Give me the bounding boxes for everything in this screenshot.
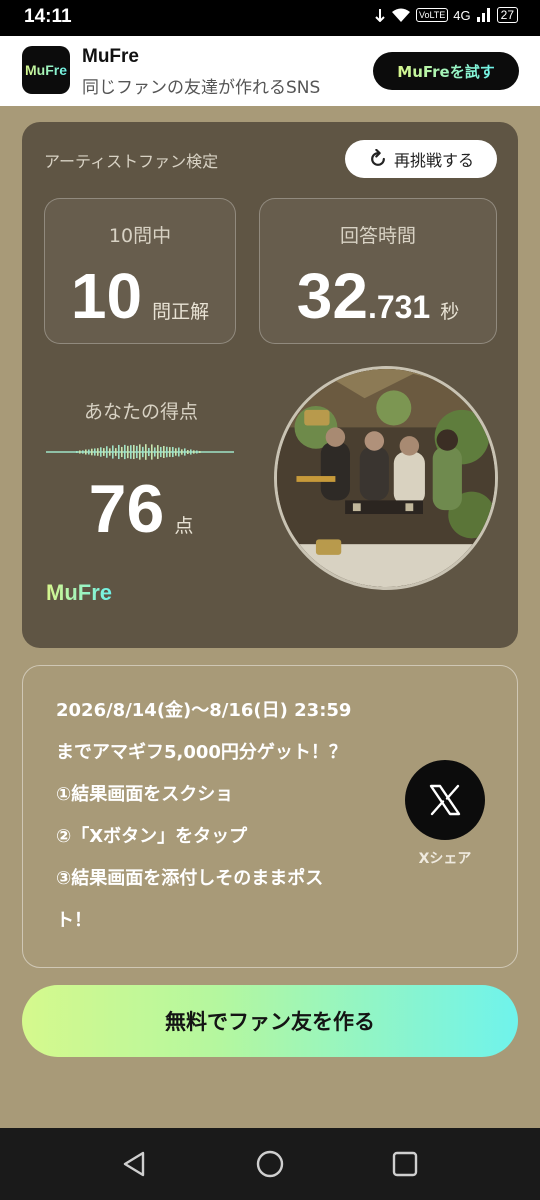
volte-badge: VoLTE	[415, 8, 449, 22]
score-line: 76 点	[46, 470, 236, 548]
app-logo-text: MuFre	[25, 62, 67, 78]
campaign-prize: までアマギフ5,000円分ゲット！？	[56, 742, 347, 763]
x-share-button[interactable]	[405, 760, 485, 840]
campaign-step-2: ②「Xボタン」をタップ	[56, 826, 248, 847]
artist-photo-image	[277, 369, 495, 587]
campaign-card: 2026/8/14(金)〜8/16(日) 23:59 までアマギフ5,000円分…	[22, 665, 518, 968]
cta-label: 無料でファン友を作る	[165, 1010, 375, 1034]
answer-time-box: 回答時間 32.731 秒	[259, 198, 497, 344]
alarm-icon	[375, 9, 385, 22]
app-logo: MuFre	[22, 46, 70, 94]
time-unit: 秒	[440, 301, 460, 323]
time-seconds: 32	[296, 260, 368, 332]
campaign-period: 2026/8/14(金)〜8/16(日) 23:59	[56, 700, 352, 721]
score-caption: あなたの得点	[83, 401, 198, 423]
app-name: MuFre	[82, 46, 139, 67]
app-tagline: 同じファンの友達が作れるSNS	[82, 78, 321, 98]
wifi-icon	[391, 8, 410, 22]
retry-label: 再挑戦する	[393, 151, 474, 170]
result-card: アーティストファン検定 再挑戦する 10問中 10 問正解 回答時間 32.731…	[22, 122, 518, 648]
x-share-label: Xシェア	[418, 851, 472, 867]
system-nav-bar	[0, 1128, 540, 1200]
score-value: 76	[88, 471, 165, 547]
time-caption: 回答時間	[339, 225, 416, 247]
campaign-step-3: ③結果画面を添付しそのままポス	[56, 868, 324, 889]
artist-photo	[274, 366, 498, 590]
nav-back-icon[interactable]	[119, 1148, 151, 1180]
correct-count-line: 10 問正解	[45, 259, 235, 333]
correct-count-box: 10問中 10 問正解	[44, 198, 236, 344]
network-type: 4G	[453, 7, 471, 23]
app-banner: MuFre MuFre 同じファンの友達が作れるSNS MuFreを試す	[0, 36, 540, 106]
score-unit: 点	[174, 515, 194, 537]
signal-icon	[476, 8, 490, 22]
quiz-title: アーティストファン検定	[44, 152, 219, 171]
status-time: 14:11	[24, 6, 72, 27]
battery-icon: 27	[496, 7, 518, 23]
mufre-logo: MuFre	[46, 580, 112, 605]
answer-time-line: 32.731 秒	[260, 259, 496, 333]
waveform-divider	[46, 444, 234, 460]
campaign-step-3-cont: ト！	[56, 910, 92, 931]
questions-caption: 10問中	[108, 225, 172, 247]
refresh-icon	[371, 149, 385, 166]
make-fan-friends-button[interactable]: 無料でファン友を作る	[22, 985, 518, 1057]
correct-count: 10	[70, 260, 143, 332]
status-bar: 14:11 VoLTE 4G 27	[0, 0, 540, 36]
nav-home-icon[interactable]	[254, 1148, 286, 1180]
campaign-step-1: ①結果画面をスクショ	[56, 784, 234, 805]
correct-unit: 問正解	[152, 301, 210, 323]
nav-recents-icon[interactable]	[389, 1148, 421, 1180]
retry-button[interactable]: 再挑戦する	[345, 140, 497, 178]
status-icons: VoLTE 4G 27	[374, 7, 518, 23]
x-logo-icon	[429, 784, 461, 816]
try-app-button[interactable]: MuFreを試す	[373, 52, 519, 90]
time-decimals: .731	[367, 289, 431, 325]
try-app-label: MuFreを試す	[397, 62, 495, 81]
